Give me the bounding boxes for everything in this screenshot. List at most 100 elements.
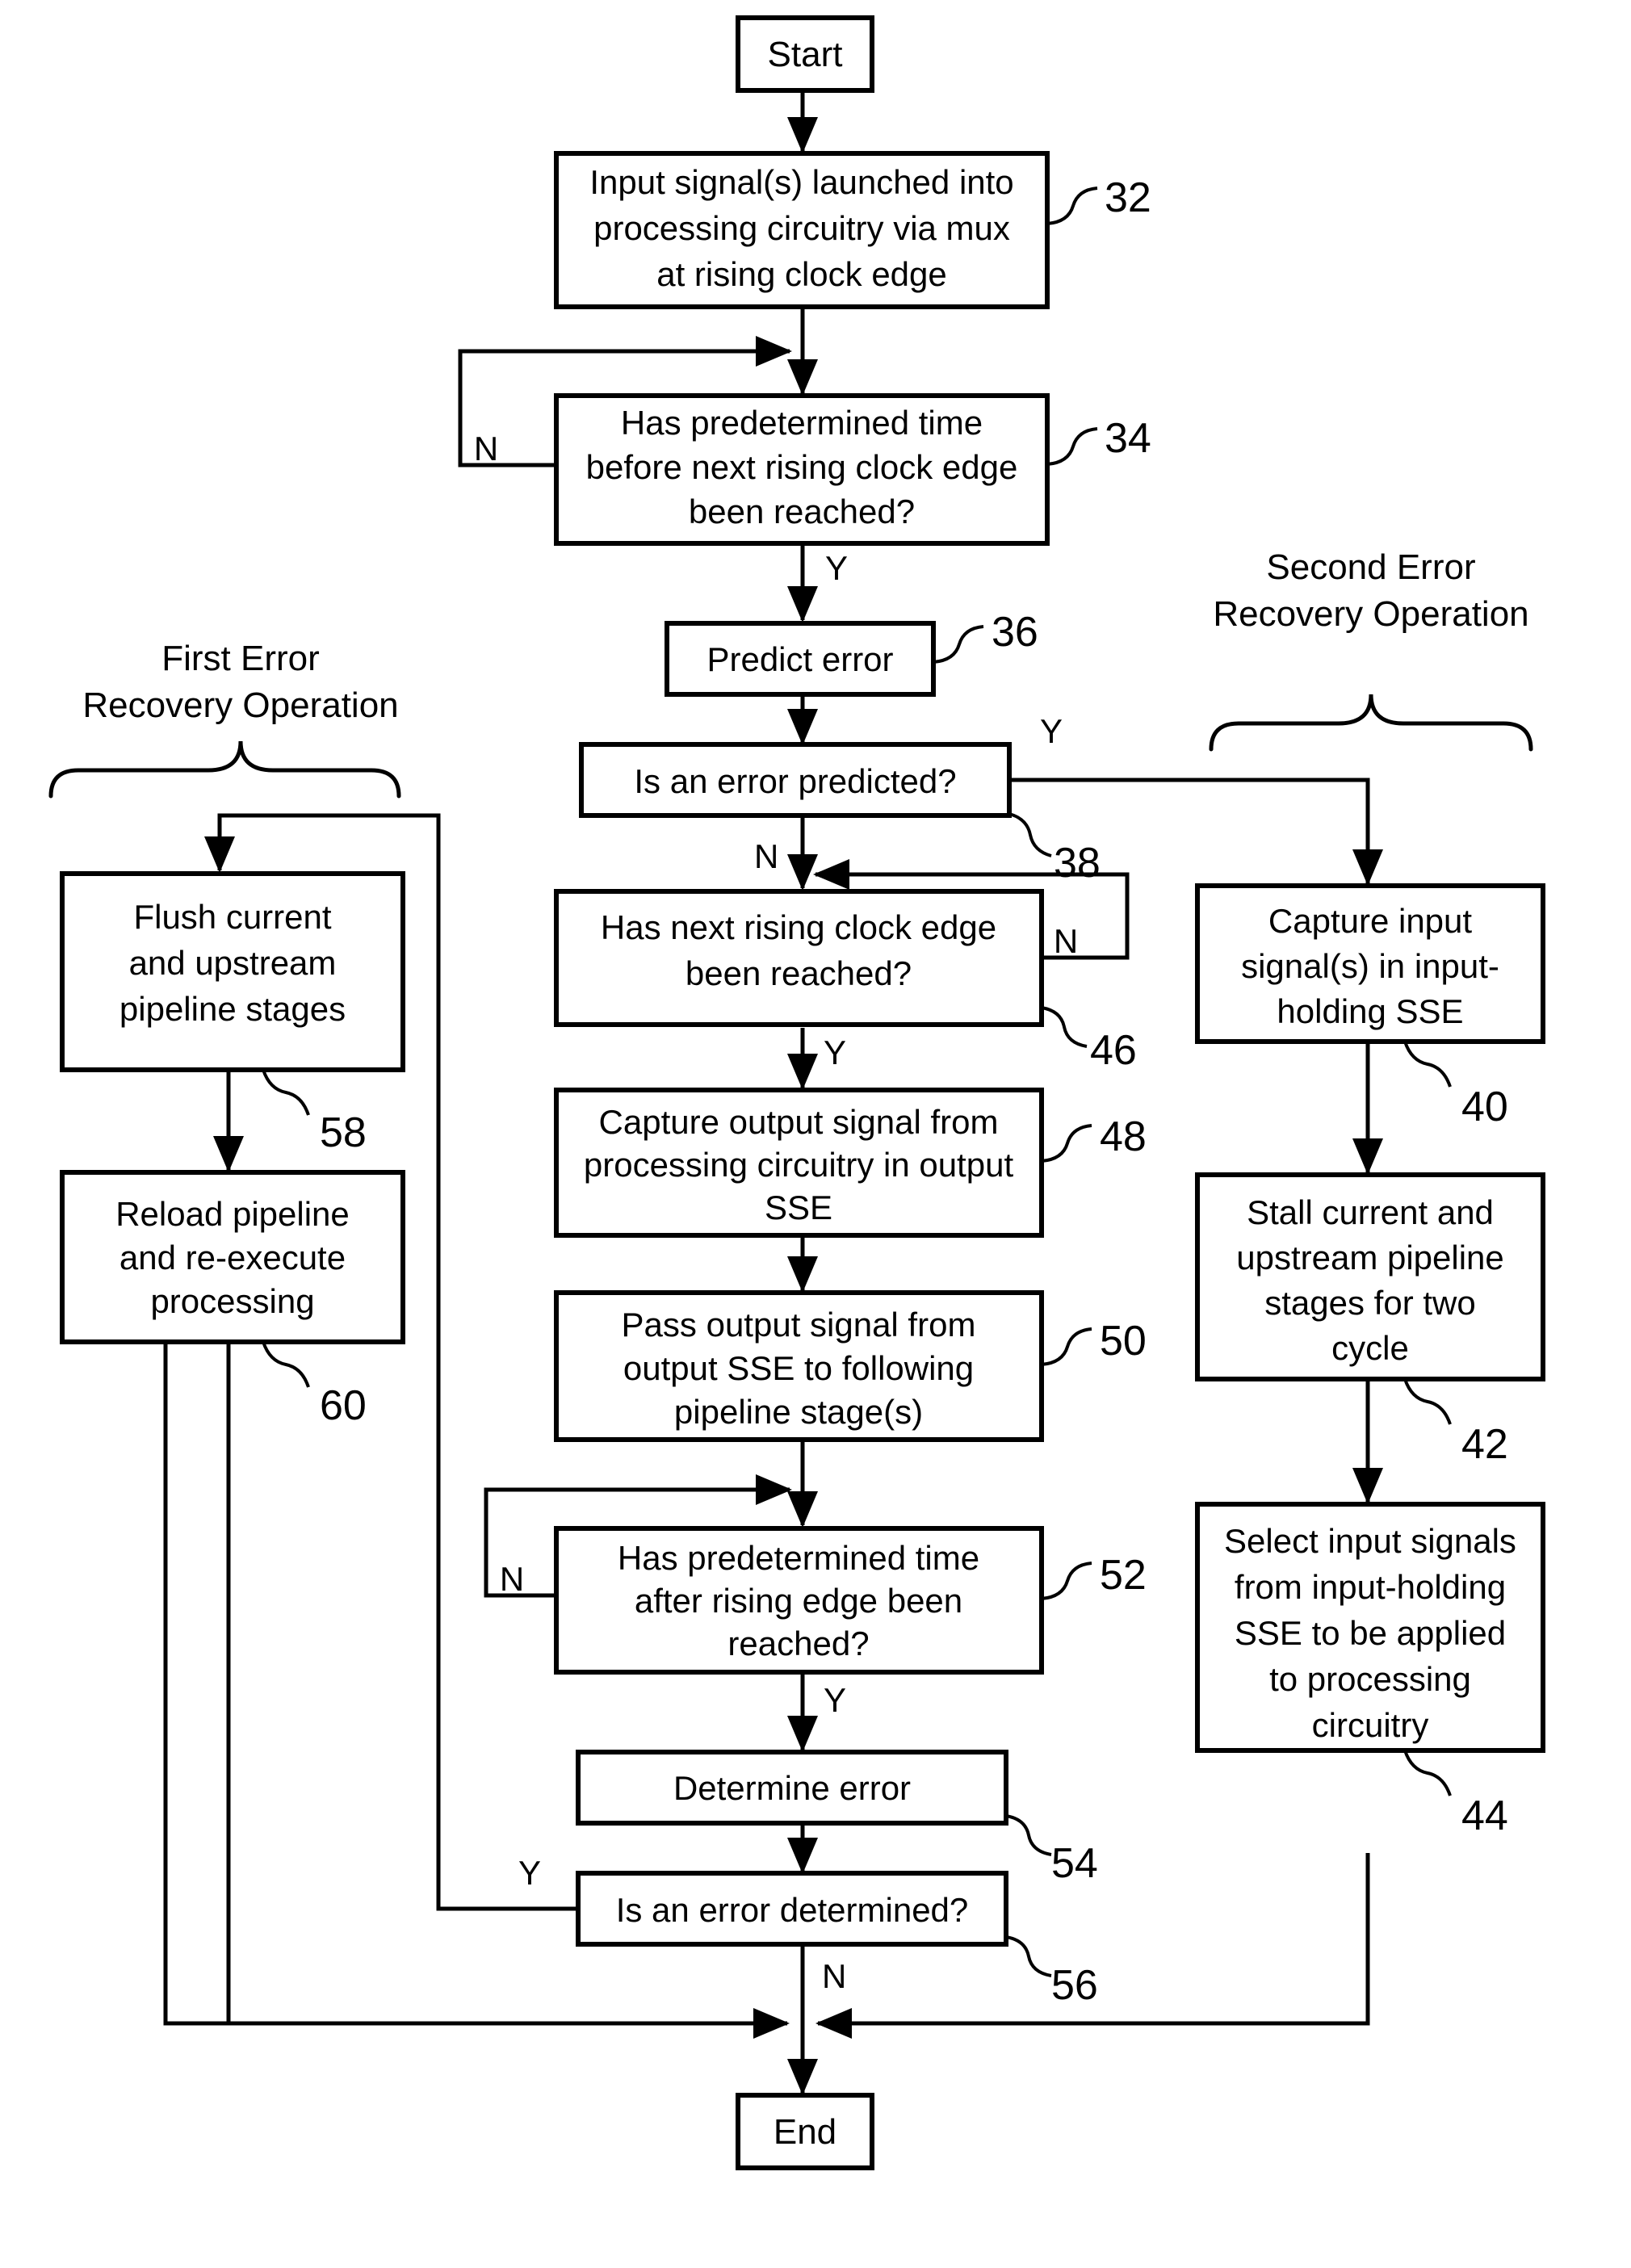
node-56-ref: 56 <box>1051 1962 1098 2009</box>
group-left-first-error-recovery: First Error Recovery Operation <box>48 639 401 799</box>
group-right-label-line-2: Recovery Operation <box>1213 594 1528 634</box>
node-42-leader <box>1403 1378 1452 1425</box>
node-42-line-2: upstream pipeline <box>1236 1239 1504 1277</box>
node-36-ref: 36 <box>992 609 1038 656</box>
node-42-line-3: stages for two <box>1264 1284 1475 1322</box>
node-58-line-3: pipeline stages <box>119 990 346 1028</box>
node-60-line-3: processing <box>150 1282 314 1320</box>
group-left-label-line-1: First Error <box>161 639 320 678</box>
node-32-ref: 32 <box>1105 174 1151 221</box>
node-50-ref: 50 <box>1100 1318 1147 1365</box>
group-left-brace <box>48 740 401 799</box>
node-46-leader <box>1041 1006 1088 1048</box>
node-50-leader <box>1041 1327 1092 1366</box>
node-34-line-1: Has predetermined time <box>621 404 983 442</box>
node-58-leader <box>262 1069 310 1116</box>
node-36: Predict error 36 <box>665 609 1038 697</box>
node-42-line-4: cycle <box>1331 1329 1409 1367</box>
node-60-line-1: Reload pipeline <box>115 1195 350 1233</box>
node-60-line-2: and re-execute <box>119 1239 346 1277</box>
node-54: Determine error 54 <box>576 1750 1098 1887</box>
node-48-line-1: Capture output signal from <box>599 1103 999 1141</box>
node-52: Has predetermined time after rising edge… <box>500 1526 1147 1719</box>
node-40-line-1: Capture input <box>1268 902 1472 940</box>
edge-label-46-no: N <box>1054 922 1078 960</box>
node-46-ref: 46 <box>1090 1027 1137 1074</box>
node-42-line-1: Stall current and <box>1247 1193 1494 1231</box>
group-right-second-error-recovery: Second Error Recovery Operation <box>1209 547 1533 752</box>
node-44-ref: 44 <box>1461 1792 1508 1839</box>
node-54-leader <box>1005 1814 1052 1856</box>
node-60-leader <box>262 1341 310 1388</box>
node-54-ref: 54 <box>1051 1840 1098 1887</box>
node-48-line-3: SSE <box>765 1188 832 1226</box>
edge-label-38-no: N <box>754 837 778 875</box>
node-44-leader <box>1403 1750 1452 1796</box>
node-52-line-2: after rising edge been <box>635 1582 962 1620</box>
edge-label-52-yes: Y <box>824 1681 846 1719</box>
node-60: Reload pipeline and re-execute processin… <box>60 1170 405 1429</box>
node-50-line-2: output SSE to following <box>623 1349 974 1387</box>
flowchart-canvas: Start Input signal(s) launched into proc… <box>48 15 1545 2170</box>
node-32: Input signal(s) launched into processing… <box>554 151 1151 309</box>
node-44-line-4: to processing <box>1269 1660 1471 1698</box>
node-32-line-2: processing circuitry via mux <box>593 209 1010 247</box>
node-32-line-1: Input signal(s) launched into <box>589 163 1013 201</box>
node-34-line-3: been reached? <box>689 493 915 530</box>
node-50-line-3: pipeline stage(s) <box>674 1393 923 1431</box>
node-58-ref: 58 <box>320 1109 367 1156</box>
node-32-line-3: at rising clock edge <box>656 255 947 293</box>
end-label: End <box>774 2112 836 2152</box>
node-34-line-2: before next rising clock edge <box>586 448 1018 486</box>
node-42-ref: 42 <box>1461 1421 1508 1468</box>
flowchart-figure: Start Input signal(s) launched into proc… <box>0 0 1631 2268</box>
edge-label-46-yes: Y <box>824 1033 846 1071</box>
node-end: End <box>736 2093 874 2170</box>
node-48-ref: 48 <box>1100 1113 1147 1160</box>
edge-label-34-no: N <box>474 430 498 467</box>
node-36-leader <box>933 625 984 664</box>
node-44-line-3: SSE to be applied <box>1235 1614 1506 1652</box>
node-40-ref: 40 <box>1461 1084 1508 1130</box>
node-58: Flush current and upstream pipeline stag… <box>60 871 405 1156</box>
node-52-line-1: Has predetermined time <box>618 1539 979 1577</box>
node-38-line-1: Is an error predicted? <box>634 762 956 800</box>
node-56: Is an error determined? 56 Y N <box>518 1854 1098 2009</box>
node-48: Capture output signal from processing ci… <box>554 1088 1147 1238</box>
node-52-leader <box>1041 1562 1092 1600</box>
node-58-line-1: Flush current <box>133 898 331 936</box>
node-58-line-2: and upstream <box>129 944 337 982</box>
node-40: Capture input signal(s) in input- holdin… <box>1195 883 1545 1130</box>
node-44: Select input signals from input-holding … <box>1195 1502 1545 1839</box>
node-38-ref: 38 <box>1054 840 1101 887</box>
node-36-line-1: Predict error <box>706 640 893 678</box>
edge-label-56-no: N <box>822 1957 846 1995</box>
edge-label-52-no: N <box>500 1560 524 1598</box>
edge-label-38-yes: Y <box>1040 712 1063 750</box>
group-right-brace <box>1209 694 1533 752</box>
node-56-leader <box>1005 1935 1052 1977</box>
node-40-line-3: holding SSE <box>1277 992 1463 1030</box>
node-46-line-1: Has next rising clock edge <box>601 908 996 946</box>
node-50: Pass output signal from output SSE to fo… <box>554 1290 1147 1442</box>
node-46-line-2: been reached? <box>686 954 912 992</box>
node-40-line-2: signal(s) in input- <box>1241 947 1499 985</box>
node-46: Has next rising clock edge been reached?… <box>554 889 1137 1074</box>
node-40-leader <box>1403 1041 1452 1088</box>
node-44-line-2: from input-holding <box>1235 1568 1506 1606</box>
node-38: Is an error predicted? 38 Y N <box>579 712 1101 887</box>
group-left-label-line-2: Recovery Operation <box>82 685 398 725</box>
node-48-leader <box>1041 1124 1092 1163</box>
node-34-ref: 34 <box>1105 415 1151 462</box>
edge-label-34-yes: Y <box>825 549 848 587</box>
node-34: Has predetermined time before next risin… <box>474 393 1151 587</box>
node-52-ref: 52 <box>1100 1552 1147 1599</box>
edge-label-56-yes: Y <box>518 1854 541 1892</box>
node-60-ref: 60 <box>320 1382 367 1429</box>
node-48-line-2: processing circuitry in output <box>584 1146 1014 1184</box>
node-54-line-1: Determine error <box>673 1769 911 1807</box>
node-38-leader <box>1008 812 1052 857</box>
node-44-line-5: circuitry <box>1312 1706 1429 1744</box>
node-42: Stall current and upstream pipeline stag… <box>1195 1172 1545 1468</box>
node-32-leader <box>1046 187 1098 225</box>
